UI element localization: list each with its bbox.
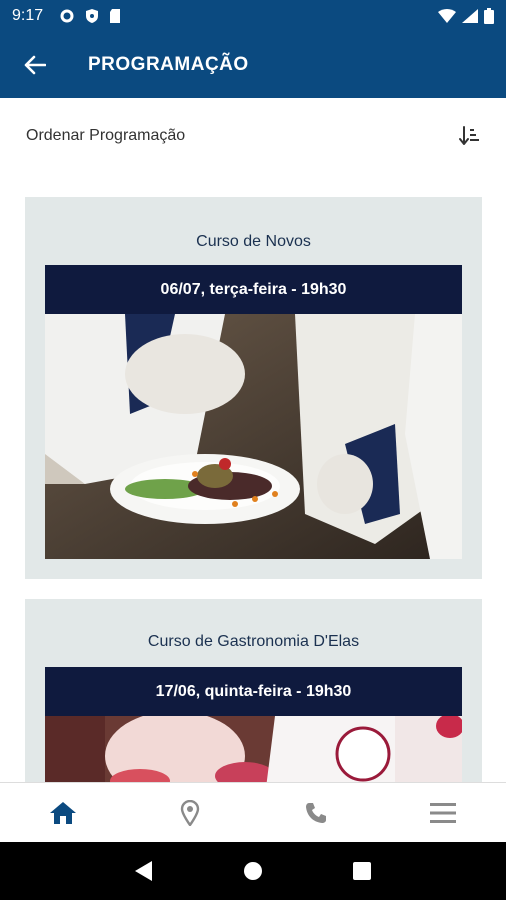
back-button[interactable] — [0, 32, 70, 98]
menu-icon — [429, 802, 456, 823]
event-date-banner: 17/06, quinta-feira - 19h30 — [45, 667, 462, 716]
event-photo — [45, 314, 462, 559]
event-card[interactable]: Curso de Gastronomia D'Elas 17/06, quint… — [25, 599, 482, 782]
bottom-navigation — [0, 782, 506, 842]
circle-home-icon — [243, 862, 262, 880]
nav-phone[interactable] — [286, 783, 346, 843]
event-photo — [45, 716, 462, 782]
nav-menu[interactable] — [413, 783, 473, 843]
arrow-left-icon — [24, 55, 46, 75]
status-bar: 9:17 — [0, 0, 506, 32]
triangle-back-icon — [135, 861, 153, 881]
gear-icon — [60, 9, 74, 23]
status-time: 9:17 — [12, 7, 44, 24]
square-recents-icon — [352, 862, 371, 880]
sort-label: Ordenar Programação — [26, 127, 186, 144]
home-icon — [50, 801, 77, 824]
sd-card-icon — [110, 9, 121, 23]
sort-row[interactable]: Ordenar Programação — [0, 98, 506, 174]
event-date-banner: 06/07, terça-feira - 19h30 — [45, 265, 462, 314]
app-bar: PROGRAMAÇÃO — [0, 32, 506, 98]
system-home-button[interactable] — [233, 851, 273, 891]
shield-icon — [86, 9, 99, 23]
phone-icon — [306, 802, 327, 823]
system-navigation-bar — [0, 842, 506, 900]
nav-home[interactable] — [33, 783, 93, 843]
wifi-icon — [438, 9, 456, 23]
location-pin-icon — [180, 799, 199, 826]
sort-descending-icon — [459, 126, 479, 145]
system-recents-button[interactable] — [342, 851, 382, 891]
page-title: PROGRAMAÇÃO — [88, 54, 249, 75]
sort-button[interactable] — [456, 122, 484, 150]
event-card[interactable]: Curso de Novos 06/07, terça-feira - 19h3… — [25, 197, 482, 579]
signal-icon — [462, 9, 478, 23]
event-title: Curso de Gastronomia D'Elas — [147, 633, 360, 650]
system-back-button[interactable] — [124, 851, 164, 891]
schedule-list[interactable]: Ordenar Programação Curso de Novos 06/07… — [0, 98, 506, 782]
battery-icon — [484, 8, 494, 24]
nav-location[interactable] — [160, 783, 220, 843]
event-title: Curso de Novos — [196, 233, 311, 250]
